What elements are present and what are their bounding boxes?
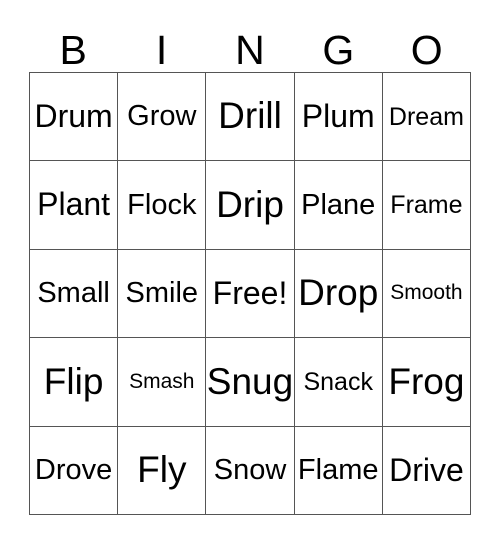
bingo-row: Drove Fly Snow Flame Drive [30,426,472,516]
bingo-cell[interactable]: Drive [382,426,472,516]
bingo-grid: Drum Grow Drill Plum Dream Plant Flock D… [29,72,472,516]
bingo-cell[interactable]: Drop [294,249,383,339]
bingo-cell[interactable]: Smile [118,249,207,339]
bingo-cell[interactable]: Small [30,249,119,339]
bingo-header-row: B I N G O [29,20,471,72]
bingo-cell-label: Drip [216,183,284,225]
bingo-cell-label: Drum [34,97,113,134]
bingo-cell-label: Snow [213,454,287,487]
bingo-cell-label: Drove [34,454,113,487]
bingo-header-letter-n: N [235,27,265,73]
bingo-cell[interactable]: Plane [294,161,383,250]
bingo-cell-label: Frog [388,360,465,402]
bingo-cell[interactable]: Fly [118,426,207,516]
bingo-cell-label: Smile [125,277,199,310]
bingo-cell-label: Fly [137,448,187,490]
bingo-cell-label: Smooth [390,281,463,305]
bingo-cell-label: Grow [127,100,197,133]
bingo-cell-label: Snack [303,367,373,396]
bingo-cell-free-space[interactable]: Free! [206,249,295,339]
bingo-cell-label: Snug [206,360,294,402]
bingo-header-letter-o: O [410,27,443,73]
bingo-cell[interactable]: Smash [118,338,207,427]
bingo-cell[interactable]: Plant [30,161,119,250]
bingo-cell[interactable]: Drill [206,73,295,162]
bingo-cell[interactable]: Drip [206,161,295,250]
bingo-cell-label: Drive [389,451,464,488]
bingo-cell-label: Flame [297,454,379,487]
bingo-cell[interactable]: Flame [294,426,383,516]
bingo-row: Flip Smash Snug Snack Frog [30,338,472,427]
bingo-cell-label: Flip [43,360,104,402]
bingo-cell[interactable]: Grow [118,73,207,162]
bingo-cell-label: Smash [129,369,195,393]
bingo-cell[interactable]: Flip [30,338,119,427]
bingo-cell[interactable]: Snug [206,338,295,427]
bingo-cell-label: Plant [37,186,111,223]
bingo-cell-label: Drill [218,95,282,137]
bingo-cell[interactable]: Flock [118,161,207,250]
bingo-cell-label: Dream [388,102,464,131]
bingo-cell-label: Free! [212,274,288,311]
bingo-header-letter-i: I [155,27,168,73]
bingo-cell[interactable]: Frame [382,161,472,250]
bingo-cell[interactable]: Dream [382,73,472,162]
bingo-cell-label: Small [37,277,110,310]
bingo-cell-label: Plane [301,188,376,221]
bingo-header-letter-b: B [59,27,87,73]
bingo-card: B I N G O Drum Grow Drill Plum Dream Pla… [29,20,472,516]
bingo-row: Drum Grow Drill Plum Dream [30,73,472,162]
bingo-cell[interactable]: Plum [294,73,383,162]
bingo-cell-label: Flock [127,188,197,221]
bingo-cell[interactable]: Drove [30,426,119,516]
bingo-cell-label: Plum [301,97,375,134]
bingo-cell[interactable]: Frog [382,338,472,427]
bingo-cell[interactable]: Smooth [382,249,472,339]
bingo-row: Small Smile Free! Drop Smooth [30,249,472,339]
bingo-cell-label: Drop [298,272,379,314]
bingo-row: Plant Flock Drip Plane Frame [30,161,472,250]
bingo-cell-label: Frame [390,190,463,219]
bingo-cell[interactable]: Drum [30,73,119,162]
bingo-header-letter-g: G [322,27,355,73]
bingo-cell[interactable]: Snow [206,426,295,516]
bingo-cell[interactable]: Snack [294,338,383,427]
